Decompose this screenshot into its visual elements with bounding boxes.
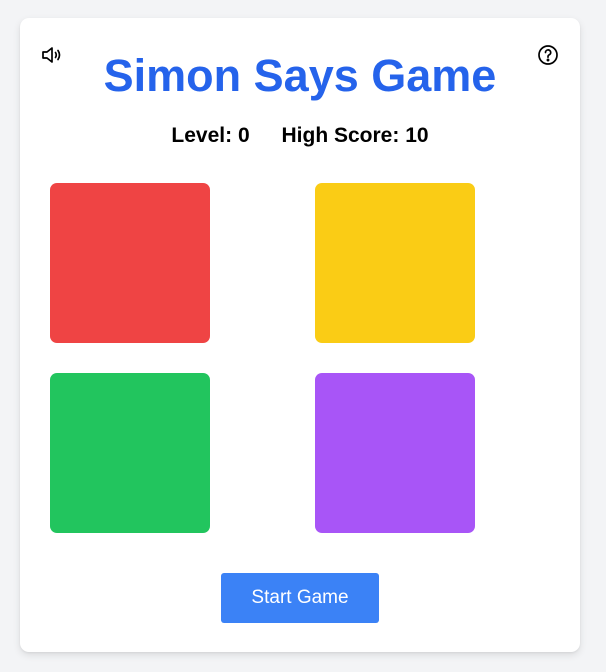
pad-red[interactable]: [50, 183, 210, 343]
high-score-display: High Score: 10: [282, 124, 429, 147]
pad-purple[interactable]: [315, 373, 475, 533]
score-bar: Level: 0 High Score: 10: [20, 122, 580, 150]
page-title: Simon Says Game: [103, 50, 497, 101]
game-card: Simon Says Game Level: 0 High Score: 10 …: [20, 18, 580, 652]
level-label: Level:: [171, 124, 233, 147]
level-display: Level: 0: [171, 124, 255, 147]
high-score-value: 10: [405, 124, 429, 147]
pad-yellow[interactable]: [315, 183, 475, 343]
high-score-label: High Score:: [281, 124, 400, 147]
start-game-button[interactable]: Start Game: [221, 573, 379, 623]
pad-green[interactable]: [50, 373, 210, 533]
level-value: 0: [237, 124, 250, 147]
